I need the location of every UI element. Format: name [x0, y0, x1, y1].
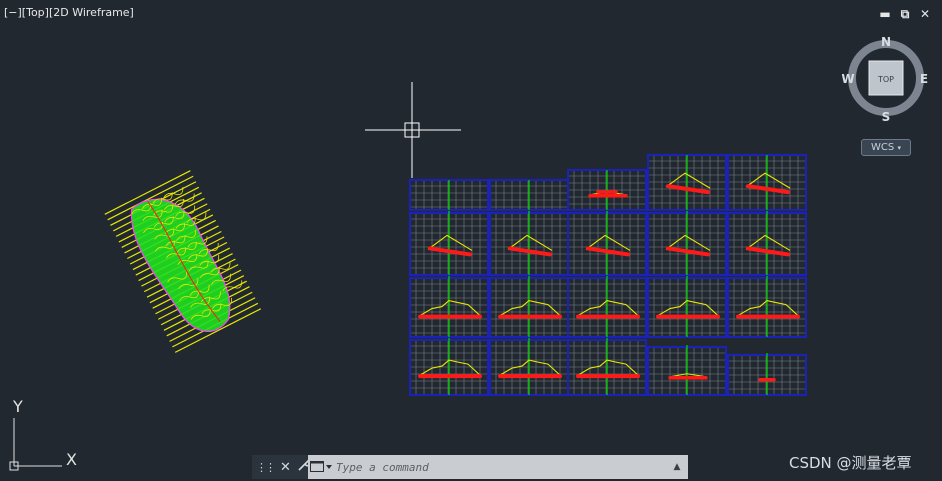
section-sheet [647, 276, 727, 338]
command-history-icon[interactable]: ▲ [668, 462, 686, 472]
restore-icon[interactable]: ⧉ [898, 6, 912, 22]
section-sheet [727, 154, 807, 211]
section-sheet [489, 276, 569, 338]
close-icon[interactable]: ✕ [280, 460, 291, 475]
section-sheet [409, 211, 489, 276]
section-sheet [409, 338, 489, 396]
section-sheet [567, 338, 647, 396]
ucs-icon[interactable] [9, 418, 62, 471]
compass-east[interactable]: E [920, 72, 928, 86]
terrain-line [657, 299, 719, 317]
watermark: CSDN @测量老覃 [789, 454, 912, 472]
command-line: ⋮⋮ ✕ ▲ [252, 455, 688, 479]
terrain-line [499, 299, 561, 317]
command-line-grip[interactable]: ⋮⋮ ✕ [252, 455, 312, 479]
terrain-line [577, 359, 639, 376]
compass-north[interactable]: N [881, 35, 891, 49]
section-sheet [647, 345, 727, 396]
ucs-x-label: X [66, 450, 77, 469]
section-sheet [489, 211, 569, 276]
section-sheet [567, 169, 647, 211]
terrain-line [577, 299, 639, 317]
compass-south[interactable]: S [882, 110, 891, 124]
section-sheet [409, 179, 489, 211]
section-sheet [727, 353, 807, 396]
command-input-area: ▲ [308, 455, 688, 479]
close-icon[interactable]: ✕ [918, 6, 932, 22]
section-sheet [727, 211, 807, 276]
section-sheet [647, 154, 727, 211]
section-sheet [489, 179, 569, 211]
drawing-canvas[interactable]: Y X [−][Top][2D Wireframe] ▬ ⧉ ✕ TOP N S… [0, 0, 942, 481]
drag-handle-icon[interactable]: ⋮⋮ [256, 461, 276, 474]
minimize-icon[interactable]: ▬ [878, 6, 892, 22]
command-prompt-icon[interactable] [308, 455, 334, 479]
terrain-line [499, 359, 561, 376]
section-sheet [567, 276, 647, 338]
terrain-line [419, 299, 481, 317]
section-sheet [567, 211, 647, 276]
viewcube[interactable]: TOP N S E W [842, 34, 930, 138]
viewcube-face-label: TOP [877, 75, 894, 84]
wcs-menu[interactable]: WCS ▾ [861, 139, 911, 156]
model-space[interactable] [0, 0, 942, 481]
cross-section-sheets [409, 154, 807, 396]
terrain-line [419, 359, 481, 376]
section-sheet [409, 276, 489, 338]
road-plan-view [104, 170, 261, 353]
viewport-controls-label[interactable]: [−][Top][2D Wireframe] [4, 6, 134, 19]
section-sheet [489, 338, 569, 396]
compass-west[interactable]: W [842, 72, 855, 86]
chevron-down-icon: ▾ [897, 144, 901, 152]
terrain-line [737, 299, 799, 317]
command-input[interactable] [334, 455, 668, 479]
crosshair-cursor [365, 82, 461, 178]
wcs-label: WCS [871, 142, 895, 153]
viewport-window-controls: ▬ ⧉ ✕ [878, 6, 932, 22]
section-sheet [727, 276, 807, 338]
section-sheet [647, 211, 727, 276]
ucs-y-label: Y [13, 397, 23, 416]
